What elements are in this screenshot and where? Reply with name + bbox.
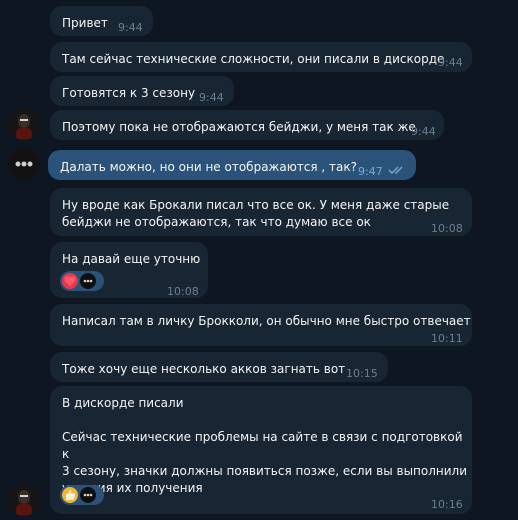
message-text: Далать можно, но они не отображаются , т… <box>60 160 358 174</box>
incoming-message[interactable]: Поэтому пока не отображаются бейджи, у м… <box>50 110 444 140</box>
reaction-badge[interactable] <box>60 271 104 291</box>
message-time: 10:11 <box>431 332 463 345</box>
incoming-message[interactable]: Там сейчас технические сложности, они пи… <box>50 42 472 72</box>
message-time: 9:44 <box>411 125 436 138</box>
message-text: Привет <box>62 16 108 30</box>
reactor-avatar <box>80 487 96 503</box>
message-time: 9:47 <box>358 165 383 178</box>
person-icon <box>8 108 40 140</box>
heart-eyes-icon <box>62 273 78 289</box>
incoming-message[interactable]: Готовятся к 3 сезону 9:44 <box>50 76 234 106</box>
incoming-message[interactable]: На давай еще уточню 10:08 <box>50 242 208 298</box>
message-time: 9:44 <box>438 56 463 69</box>
contact-avatar[interactable] <box>8 108 40 140</box>
message-text: Готовятся к 3 сезону <box>62 86 196 100</box>
message-text: В дискорде писали Сейчас технические про… <box>62 396 468 495</box>
message-text: Написал там в личку Брокколи, он обычно … <box>62 314 471 328</box>
message-text: Ну вроде как Брокали писал что все ок. У… <box>62 198 450 229</box>
message-text: На давай еще уточню <box>62 252 201 266</box>
contact-avatar[interactable] <box>8 484 40 516</box>
outgoing-message[interactable]: Далать можно, но они не отображаются , т… <box>48 150 416 180</box>
message-text: Тоже хочу еще несколько акков загнать во… <box>62 362 346 376</box>
reactor-avatar <box>80 273 96 289</box>
message-time: 10:08 <box>167 285 199 298</box>
incoming-message[interactable]: В дискорде писали Сейчас технические про… <box>50 386 472 514</box>
message-time: 10:08 <box>431 222 463 235</box>
message-text: Поэтому пока не отображаются бейджи, у м… <box>62 120 416 134</box>
thumbs-up-icon <box>62 487 78 503</box>
incoming-message[interactable]: Написал там в личку Брокколи, он обычно … <box>50 304 472 346</box>
incoming-message[interactable]: Ну вроде как Брокали писал что все ок. У… <box>50 188 472 236</box>
incoming-message[interactable]: Привет 9:44 <box>50 6 153 36</box>
person-icon <box>8 484 40 516</box>
message-time: 9:44 <box>199 91 224 104</box>
message-time: 10:15 <box>346 367 378 380</box>
incoming-message[interactable]: Тоже хочу еще несколько акков загнать во… <box>50 352 388 382</box>
message-time: 9:44 <box>118 21 143 34</box>
message-text: Там сейчас технические сложности, они пи… <box>62 52 445 66</box>
message-time: 10:16 <box>431 498 463 511</box>
reaction-badge[interactable] <box>60 485 104 505</box>
double-check-icon <box>388 166 403 174</box>
logo-icon <box>8 148 40 180</box>
own-avatar[interactable] <box>8 148 40 180</box>
